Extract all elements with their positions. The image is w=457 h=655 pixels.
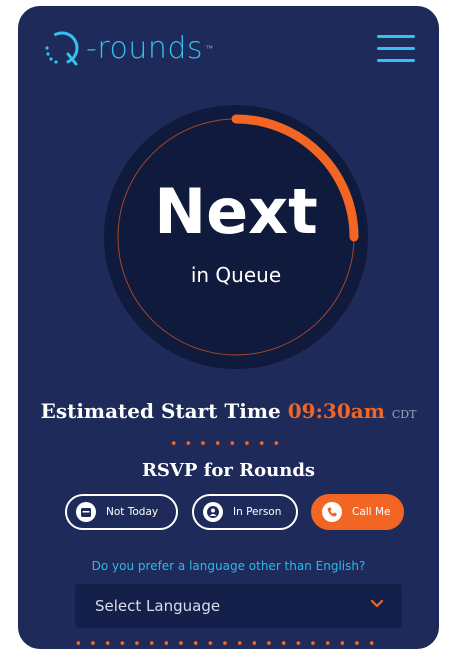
app-screen: -rounds ™ Next in Queue Estimated Start … [18, 6, 439, 649]
in-person-label: In Person [233, 506, 282, 518]
language-select-value: Select Language [95, 597, 221, 615]
estimate-label: Estimated Start Time [40, 399, 281, 423]
logo-text: -rounds [86, 30, 204, 66]
queue-subline: in Queue [190, 263, 282, 287]
rsvp-title: RSVP for Rounds [141, 460, 316, 481]
in-person-button[interactable]: In Person [192, 494, 298, 530]
calendar-icon [76, 502, 96, 522]
estimate-timezone: CDT [391, 408, 417, 421]
language-select[interactable]: Select Language [75, 584, 402, 628]
not-today-button[interactable]: Not Today [65, 494, 178, 530]
dot-divider-bottom: ••••••••••••••••••••• [74, 637, 383, 649]
person-icon [203, 502, 223, 522]
call-me-label: Call Me [352, 506, 391, 518]
queue-headline: Next [154, 175, 318, 248]
trademark-symbol: ™ [205, 43, 214, 53]
dot-divider: •••••••• [169, 437, 288, 452]
q-logo-icon [45, 31, 79, 66]
q-rounds-logo[interactable]: -rounds ™ [42, 28, 214, 68]
language-question: Do you prefer a language other than Engl… [91, 559, 366, 573]
estimated-start-time: Estimated Start Time 09:30am CDT [18, 399, 439, 423]
queue-status-ring: Next in Queue [102, 103, 370, 371]
not-today-label: Not Today [106, 506, 159, 518]
estimate-time: 09:30am [287, 399, 385, 423]
phone-icon [322, 502, 342, 522]
hamburger-menu-icon[interactable] [377, 33, 415, 63]
call-me-button[interactable]: Call Me [311, 494, 404, 530]
chevron-down-icon [370, 599, 384, 608]
